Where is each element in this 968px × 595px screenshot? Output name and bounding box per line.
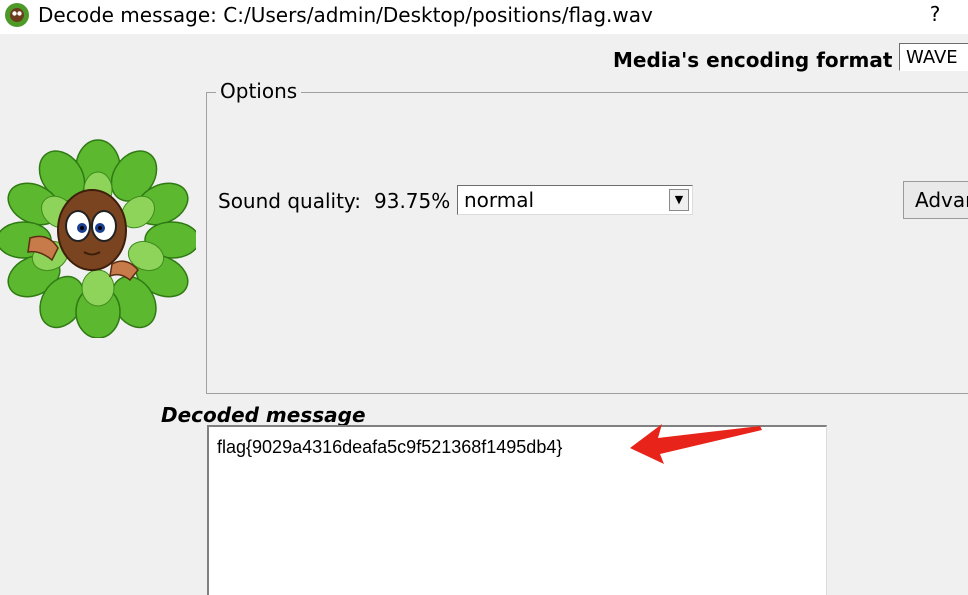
sound-quality-value: 93.75% <box>374 189 451 213</box>
decoded-message-text: flag{9029a4316deafa5c9f521368f1495db4} <box>217 437 563 457</box>
decoded-message-label: Decoded message <box>161 403 366 427</box>
encoding-format-label: Media's encoding format : <box>613 48 908 72</box>
options-group-legend: Options <box>216 80 302 102</box>
sound-quality-label: Sound quality: <box>218 189 362 213</box>
app-icon <box>5 3 29 27</box>
annotation-arrow-icon <box>630 424 762 464</box>
sound-quality-select[interactable]: normal ▼ <box>457 185 693 215</box>
title-bar: Decode message: C:/Users/admin/Desktop/p… <box>0 0 968 34</box>
encoding-format-field: WAVE <box>899 43 968 71</box>
chevron-down-icon[interactable]: ▼ <box>669 189 689 211</box>
sound-quality-selected-value: normal <box>464 188 535 212</box>
mascot-logo <box>0 139 196 338</box>
advanced-button[interactable]: Advanced <box>903 181 968 219</box>
help-button[interactable]: ? <box>922 2 948 28</box>
options-group <box>206 92 968 394</box>
window-title: Decode message: C:/Users/admin/Desktop/p… <box>38 3 653 27</box>
